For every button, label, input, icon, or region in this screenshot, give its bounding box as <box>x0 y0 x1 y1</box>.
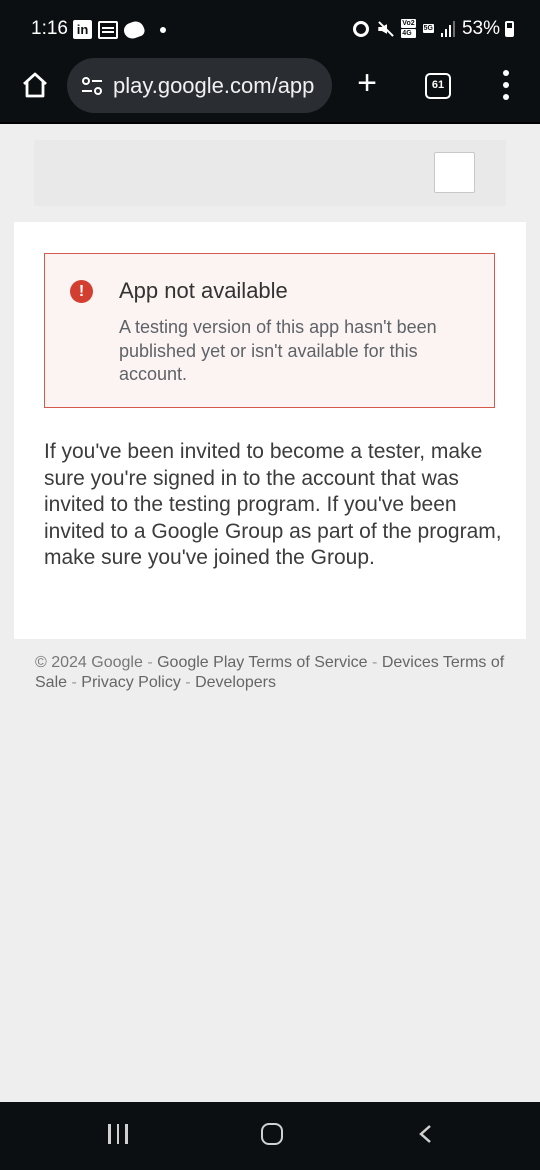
network-5g-badge: 5G <box>422 24 434 34</box>
battery-icon <box>505 21 514 37</box>
news-icon <box>98 20 118 39</box>
error-title: App not available <box>119 278 288 303</box>
tester-instructions: If you've been invited to become a teste… <box>44 440 502 569</box>
system-navigation-bar <box>0 1102 540 1170</box>
footer-copyright: © 2024 Google <box>35 654 143 671</box>
new-tab-button[interactable]: + <box>352 66 382 100</box>
footer-separator: - <box>185 674 196 691</box>
network-5g-label: 5G <box>422 24 434 33</box>
site-settings-icon[interactable] <box>81 76 103 96</box>
footer-link-play-terms[interactable]: Google Play Terms of Service <box>157 654 367 671</box>
network-top-label: Vo2 <box>401 19 416 28</box>
browser-toolbar: play.google.com/app + 61 <box>0 58 540 124</box>
url-text[interactable]: play.google.com/app <box>113 73 314 99</box>
tab-switcher-button[interactable]: 61 <box>425 73 451 99</box>
status-bar: 1:16 in Vo2 4G 5G 53% <box>0 0 540 58</box>
alarm-icon <box>353 21 370 37</box>
footer: © 2024 Google - Google Play Terms of Ser… <box>35 653 515 693</box>
volte-badge: Vo2 4G <box>401 19 416 39</box>
battery-percent: 53% <box>461 18 500 39</box>
footer-link-privacy-policy[interactable]: Privacy Policy <box>81 674 181 691</box>
network-bottom-label: 4G <box>401 29 416 38</box>
system-icons: Vo2 4G 5G 53% <box>353 18 514 40</box>
cloud-icon <box>121 18 147 41</box>
mute-icon <box>376 20 394 38</box>
header-strip <box>34 140 506 206</box>
notification-icons: in <box>73 18 166 41</box>
address-bar[interactable]: play.google.com/app <box>67 58 332 113</box>
error-icon: ! <box>70 280 93 303</box>
more-menu-icon[interactable] <box>500 70 512 100</box>
error-message: A testing version of this app hasn't bee… <box>119 317 437 384</box>
content-card: ! App not available A testing version of… <box>14 222 526 639</box>
recents-icon[interactable] <box>108 1124 128 1144</box>
linkedin-icon: in <box>73 20 92 39</box>
status-time: 1:16 <box>31 18 68 39</box>
signal-icon <box>440 21 455 37</box>
home-nav-icon[interactable] <box>261 1123 283 1145</box>
footer-separator: - <box>372 654 382 671</box>
footer-link-developers[interactable]: Developers <box>195 674 276 691</box>
home-icon[interactable] <box>20 70 50 100</box>
error-banner: ! App not available A testing version of… <box>44 253 495 408</box>
footer-separator: - <box>147 654 158 671</box>
back-icon[interactable] <box>418 1124 432 1144</box>
header-checkbox[interactable] <box>434 152 475 193</box>
footer-separator: - <box>71 674 82 691</box>
dot-icon <box>160 26 166 33</box>
